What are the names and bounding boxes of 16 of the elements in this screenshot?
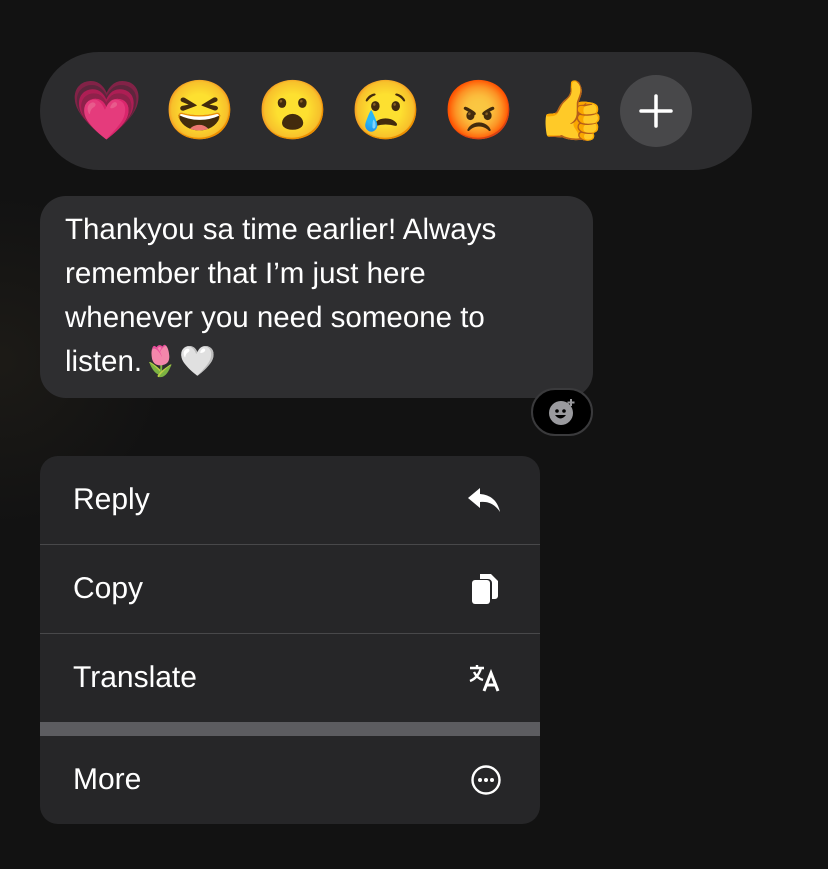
smiley-plus-icon (547, 397, 577, 427)
menu-item[interactable]: Translate (40, 634, 540, 722)
reaction-emoji[interactable]: 💗 (70, 74, 144, 148)
translate-icon (468, 663, 502, 693)
reaction-emoji[interactable]: 👍 (535, 74, 609, 148)
reaction-emoji[interactable]: 😆 (163, 74, 237, 148)
plus-icon (638, 93, 674, 129)
menu-item[interactable]: Reply (40, 456, 540, 544)
menu-item[interactable]: More (40, 736, 540, 824)
reaction-emoji[interactable]: 😮 (256, 74, 330, 148)
ellipsis-circle-icon (470, 764, 502, 796)
menu-item[interactable]: Copy (40, 545, 540, 633)
reaction-emoji[interactable]: 😡 (442, 74, 516, 148)
add-sticker-button[interactable] (531, 388, 593, 436)
reaction-emoji[interactable]: 😢 (349, 74, 423, 148)
message-bubble: Thankyou sa time earlier! Always remember that I’m just here whenever you need someone to listen.🌷🤍 (40, 196, 593, 398)
